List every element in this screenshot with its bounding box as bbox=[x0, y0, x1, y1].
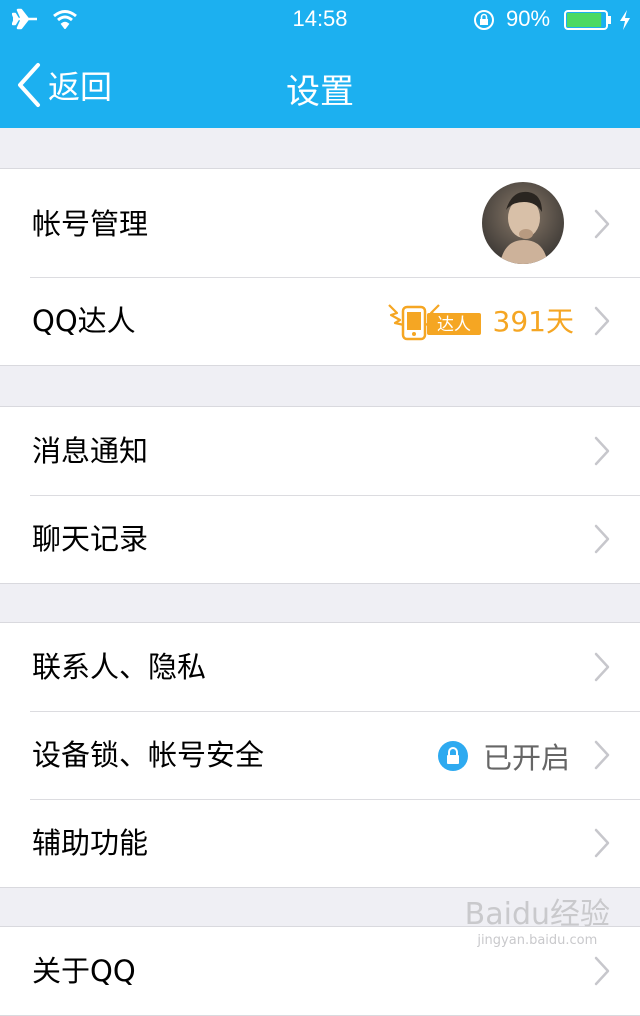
chevron-right-icon bbox=[594, 524, 610, 554]
row-label: QQ达人 bbox=[32, 304, 136, 338]
status-bar: 14:58 90% bbox=[0, 0, 640, 40]
chevron-right-icon bbox=[594, 306, 610, 336]
daren-wings-icon: 达人 bbox=[387, 304, 481, 341]
top-bar: 14:58 90% 返回 设置 bbox=[0, 0, 640, 128]
watermark: Baidu经验 jingyan.baidu.com bbox=[465, 889, 610, 948]
daren-badge-text: 达人 bbox=[437, 315, 471, 335]
device-lock-status-text: 已开启 bbox=[482, 741, 570, 775]
chevron-right-icon bbox=[594, 652, 610, 682]
section-messages: 消息通知 聊天记录 bbox=[0, 406, 640, 584]
watermark-url: jingyan.baidu.com bbox=[477, 933, 598, 948]
row-device-lock[interactable]: 设备锁、帐号安全 已开启 bbox=[0, 711, 640, 799]
row-contacts-privacy[interactable]: 联系人、隐私 bbox=[0, 623, 640, 711]
battery-icon bbox=[564, 10, 611, 30]
watermark-brand: Baidu经验 bbox=[464, 897, 610, 932]
row-label: 消息通知 bbox=[32, 434, 149, 468]
section-account: 帐号管理 QQ达人 达人 391天 bbox=[0, 168, 640, 366]
row-accessibility[interactable]: 辅助功能 bbox=[0, 799, 640, 887]
chevron-right-icon bbox=[594, 956, 610, 986]
rotation-lock-icon bbox=[474, 10, 494, 30]
row-account-manage[interactable]: 帐号管理 bbox=[0, 169, 640, 277]
row-label: 聊天记录 bbox=[32, 522, 149, 556]
page-title: 设置 bbox=[286, 72, 354, 112]
daren-days: 391天 bbox=[492, 305, 574, 338]
row-qq-daren[interactable]: QQ达人 达人 391天 bbox=[0, 277, 640, 365]
chevron-right-icon bbox=[594, 436, 610, 466]
row-notifications[interactable]: 消息通知 bbox=[0, 407, 640, 495]
charging-icon bbox=[620, 10, 630, 30]
chevron-right-icon bbox=[594, 828, 610, 858]
nav-bar: 返回 设置 bbox=[0, 40, 640, 128]
row-label: 联系人、隐私 bbox=[32, 650, 207, 684]
daren-badge: 达人 391天 bbox=[387, 299, 574, 341]
row-label: 辅助功能 bbox=[32, 826, 149, 860]
device-lock-status: 已开启 bbox=[437, 735, 570, 777]
avatar bbox=[482, 182, 564, 264]
row-label: 帐号管理 bbox=[32, 207, 149, 241]
chevron-right-icon bbox=[594, 740, 610, 770]
battery-percent: 90% bbox=[506, 6, 551, 31]
row-label: 关于QQ bbox=[32, 954, 136, 988]
lock-icon bbox=[437, 741, 468, 771]
section-privacy: 联系人、隐私 设备锁、帐号安全 已开启 辅助功能 bbox=[0, 622, 640, 888]
row-label: 设备锁、帐号安全 bbox=[32, 738, 265, 772]
chevron-right-icon bbox=[594, 209, 610, 239]
row-chat-history[interactable]: 聊天记录 bbox=[0, 495, 640, 583]
